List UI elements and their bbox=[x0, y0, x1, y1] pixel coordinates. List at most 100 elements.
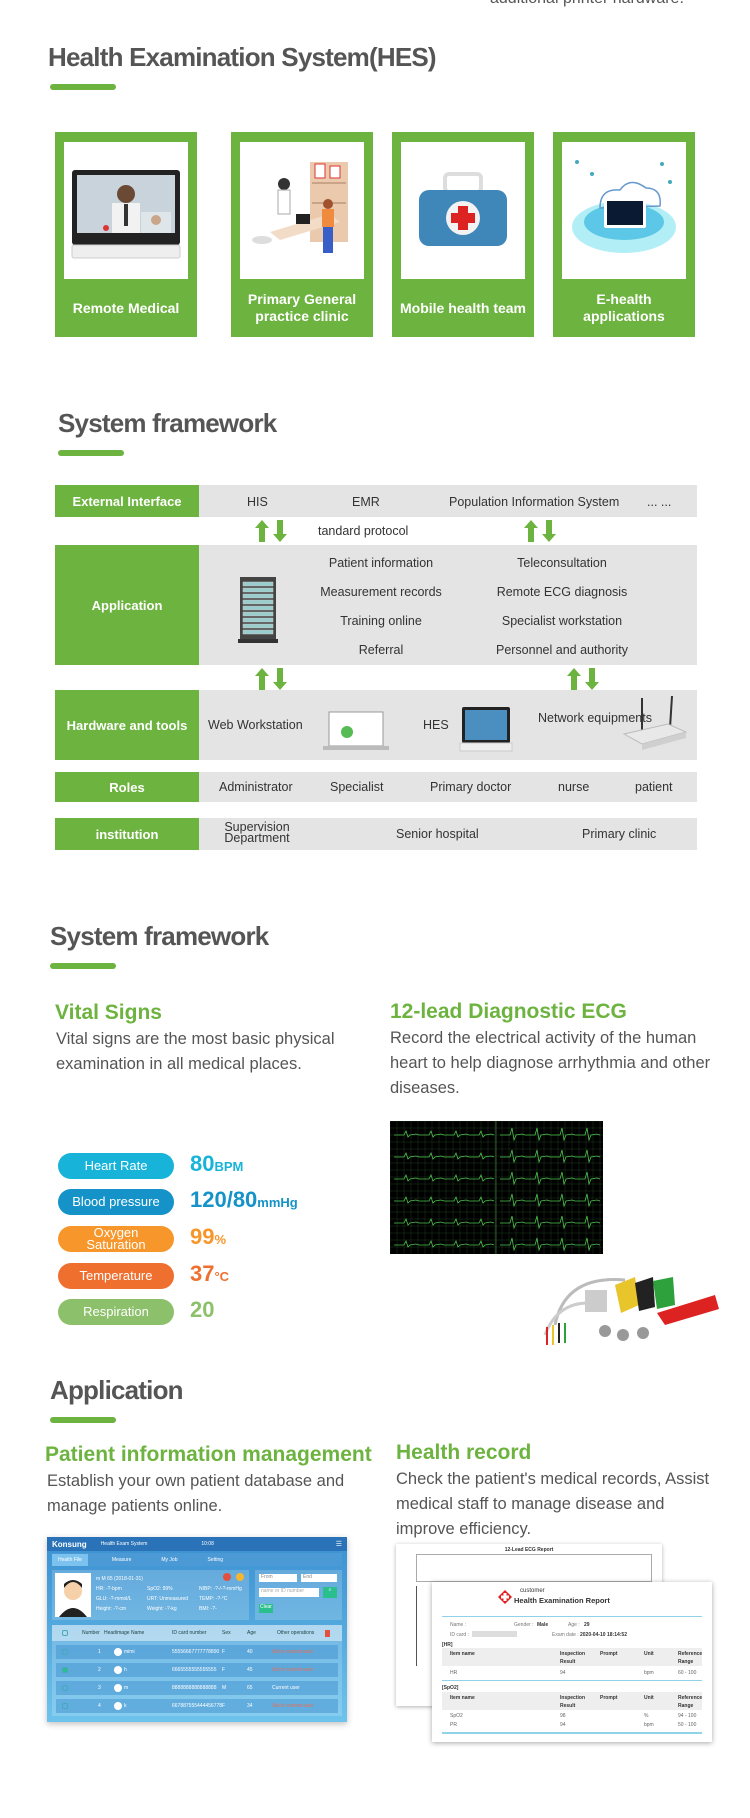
avatar bbox=[114, 1702, 122, 1710]
fw-item-pis: Population Information System bbox=[449, 495, 620, 509]
health-record-description: Check the patient's medical records, Ass… bbox=[396, 1470, 710, 1538]
vital-unit: % bbox=[214, 1232, 227, 1247]
vital-unit: °C bbox=[214, 1269, 230, 1284]
tab-setting[interactable]: Setting bbox=[201, 1554, 229, 1566]
report-cell: 94 bbox=[560, 1722, 566, 1728]
row-operation-link[interactable]: Set to current user bbox=[272, 1703, 313, 1709]
report-cell: 94 - 100 bbox=[678, 1713, 697, 1719]
age-value: 29 bbox=[584, 1622, 590, 1628]
clear-button[interactable]: Clear bbox=[259, 1604, 273, 1613]
fw-item-his: HIS bbox=[247, 495, 268, 509]
table-cell: 667887555444456778 bbox=[172, 1703, 223, 1709]
row-checkbox[interactable] bbox=[62, 1685, 68, 1691]
hes-card-primary-clinic[interactable]: Primary General practice clinic bbox=[231, 132, 373, 337]
patient-field: HR: -?-bpm bbox=[96, 1586, 122, 1592]
menu-icon[interactable]: ☰ bbox=[336, 1540, 342, 1548]
gender-value: Male bbox=[537, 1622, 549, 1628]
patient-field: NIBP: -?-/-?-mmHg bbox=[199, 1586, 242, 1592]
app-title-bar: Konsung Health Exam System 10:08 ☰ bbox=[47, 1537, 347, 1551]
fw-head: Hardware and tools bbox=[55, 690, 199, 760]
vital-label-pill: Oxygen Saturation bbox=[58, 1226, 174, 1252]
row-operation-link[interactable]: Set to current user bbox=[272, 1649, 313, 1655]
vital-value: 99% bbox=[190, 1224, 227, 1249]
end-date-input[interactable]: End bbox=[301, 1574, 337, 1582]
telemedicine-tablet-image bbox=[64, 142, 188, 279]
fw-row-institution: institution Supervision Department Senio… bbox=[55, 818, 697, 850]
hes-card-remote-medical[interactable]: Remote Medical bbox=[55, 132, 197, 337]
hes-card-e-health[interactable]: E-health applications bbox=[553, 132, 695, 337]
table-cell: 40 bbox=[247, 1649, 253, 1655]
fw-item-emr: EMR bbox=[352, 495, 380, 509]
report-column-header: Unit bbox=[644, 1651, 654, 1657]
delete-icon[interactable] bbox=[325, 1629, 330, 1637]
fw-head: Roles bbox=[55, 772, 199, 802]
table-cell: mimi bbox=[124, 1649, 135, 1655]
vital-label-pill: Heart Rate bbox=[58, 1153, 174, 1179]
vital-label-pill: Respiration bbox=[58, 1299, 174, 1325]
app-item: Specialist workstation bbox=[501, 614, 623, 628]
institution-item: Senior hospital bbox=[396, 827, 479, 841]
select-all-checkbox[interactable] bbox=[62, 1630, 68, 1636]
table-row[interactable]: 2 h 6665555555555555 F 45 Set to current user bbox=[56, 1663, 338, 1677]
row-checkbox[interactable] bbox=[62, 1667, 68, 1673]
blurred-id bbox=[472, 1631, 517, 1637]
report-cell: % bbox=[644, 1713, 649, 1719]
hw-item-web-workstation: Web Workstation bbox=[208, 718, 303, 732]
table-row[interactable]: 4 k 667887555444456778 F 34 Set to current us… bbox=[56, 1699, 338, 1713]
report-column-header: Prompt bbox=[600, 1695, 618, 1701]
row-checkbox[interactable] bbox=[62, 1703, 68, 1709]
ecg-heading: 12-lead Diagnostic ECG bbox=[390, 1000, 627, 1023]
from-date-input[interactable]: From bbox=[259, 1574, 297, 1582]
tab-measure[interactable]: Measure bbox=[106, 1554, 137, 1566]
search-input[interactable]: name or ID number bbox=[259, 1588, 319, 1597]
table-cell: 6665555555555555 bbox=[172, 1667, 217, 1673]
role-item: Specialist bbox=[330, 780, 384, 794]
app-item: Remote ECG diagnosis bbox=[496, 585, 628, 599]
row-operation-link[interactable]: Set to current user bbox=[272, 1667, 313, 1673]
bidirectional-arrows-icon bbox=[567, 668, 599, 690]
row-operation-link[interactable]: Current user bbox=[272, 1685, 300, 1691]
role-item: Administrator bbox=[219, 780, 293, 794]
bidirectional-arrows-icon bbox=[255, 520, 287, 542]
institution-item: Supervision Department bbox=[224, 820, 290, 845]
health-examination-report: customer Health Examination Report Name … bbox=[432, 1582, 712, 1742]
folder-icon[interactable] bbox=[236, 1573, 244, 1581]
report-cell: bpm bbox=[644, 1670, 654, 1676]
app-item: Patient information bbox=[328, 556, 434, 570]
patient-management-screenshot: Konsung Health Exam System 10:08 ☰ Healt… bbox=[47, 1537, 347, 1722]
report-column-header: Inspection Result bbox=[560, 1651, 586, 1665]
report-cell: HR bbox=[450, 1670, 458, 1676]
report-cell: 98 bbox=[560, 1713, 566, 1719]
age-label: Age : bbox=[568, 1622, 580, 1628]
column-header: Number bbox=[82, 1630, 100, 1636]
gender-label: Gender : bbox=[514, 1622, 534, 1628]
report-column-header: Inspection Result bbox=[560, 1695, 586, 1709]
table-cell: m bbox=[124, 1685, 129, 1691]
app-item: Referral bbox=[358, 643, 404, 657]
tab-health-file[interactable]: Health File bbox=[52, 1553, 88, 1566]
search-button[interactable]: ⌕ bbox=[323, 1587, 337, 1598]
vital-value: 120/80mmHg bbox=[190, 1187, 298, 1212]
vital-signs-description: Vital signs are the most basic physical … bbox=[56, 1030, 335, 1073]
table-row[interactable]: 1 mimi 55556667777778890 F 40 Set to current … bbox=[56, 1645, 338, 1659]
app-item: Training online bbox=[340, 614, 422, 628]
vital-unit: BPM bbox=[214, 1159, 244, 1174]
app-brand: Konsung bbox=[52, 1539, 87, 1549]
edit-icon[interactable] bbox=[223, 1573, 231, 1581]
card-label: Mobile health team bbox=[399, 299, 527, 316]
patient-field: Weight: -?-kg bbox=[147, 1606, 177, 1612]
avatar bbox=[114, 1666, 122, 1674]
fw-head: External Interface bbox=[55, 485, 199, 517]
tab-my-job[interactable]: My Job bbox=[155, 1554, 183, 1566]
patient-field: TEMP: -?-°C bbox=[199, 1596, 228, 1602]
hes-card-mobile-health-team[interactable]: Mobile health team bbox=[392, 132, 534, 337]
fw-row-hardware: Hardware and tools Web Workstation HES N… bbox=[55, 690, 697, 760]
router-icon bbox=[622, 695, 688, 750]
report-cell: bpm bbox=[644, 1722, 654, 1728]
table-row[interactable]: 3 m 8888888888888888 M 65 Current user bbox=[56, 1681, 338, 1695]
row-checkbox[interactable] bbox=[62, 1649, 68, 1655]
fw-head: Application bbox=[55, 545, 199, 665]
vital-value: 37°C bbox=[190, 1261, 230, 1286]
bidirectional-arrows-icon bbox=[255, 668, 287, 690]
app-time: 10:08 bbox=[201, 1541, 214, 1547]
